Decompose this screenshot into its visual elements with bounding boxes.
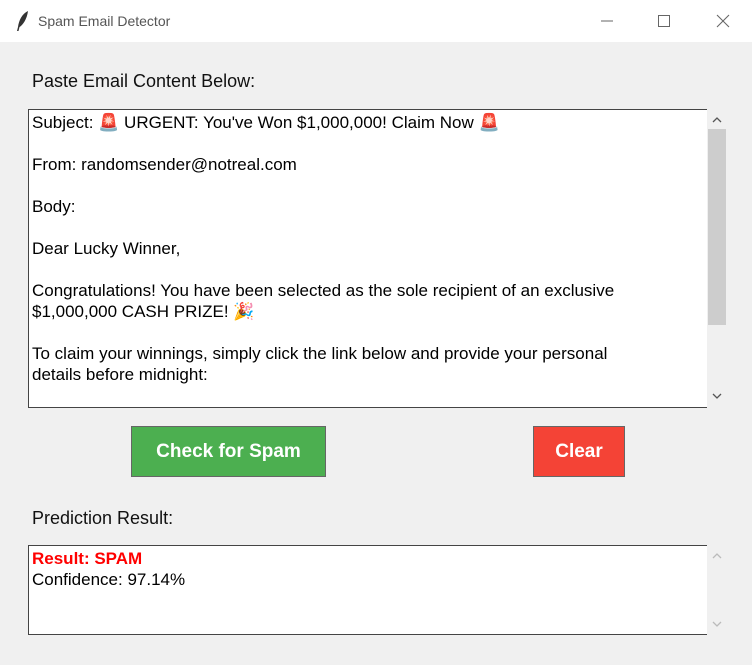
result-confidence: Confidence: 97.14% <box>32 570 186 589</box>
email-line: To claim your winnings, simply click the… <box>32 344 608 363</box>
email-line <box>32 322 704 343</box>
check-for-spam-button[interactable]: Check for Spam <box>131 426 326 477</box>
maximize-button[interactable] <box>635 0 693 42</box>
email-line: From: randomsender@notreal.com <box>32 155 297 174</box>
email-line: Congratulations! You have been selected … <box>32 281 615 300</box>
email-line <box>32 259 704 280</box>
window-title: Spam Email Detector <box>38 13 171 29</box>
clear-button[interactable]: Clear <box>533 426 625 477</box>
email-line <box>32 133 704 154</box>
email-line <box>32 175 704 196</box>
close-icon <box>716 14 730 28</box>
scroll-down-icon[interactable] <box>707 387 727 405</box>
prediction-result-textarea[interactable]: Result: SPAM Confidence: 97.14% <box>28 545 708 635</box>
title-bar: Spam Email Detector <box>0 0 752 42</box>
close-button[interactable] <box>694 0 752 42</box>
maximize-icon <box>658 15 670 27</box>
prediction-result-label: Prediction Result: <box>32 508 174 528</box>
scroll-down-icon[interactable] <box>707 615 727 633</box>
scroll-thumb[interactable] <box>708 129 726 325</box>
scroll-up-icon[interactable] <box>707 547 727 565</box>
email-scrollbar[interactable] <box>707 109 727 408</box>
email-line: Subject: 🚨 URGENT: You've Won $1,000,000… <box>32 113 500 132</box>
minimize-icon <box>601 20 613 22</box>
email-line: $1,000,000 CASH PRIZE! 🎉 <box>32 302 255 321</box>
email-content-textarea[interactable]: Subject: 🚨 URGENT: You've Won $1,000,000… <box>28 109 708 408</box>
result-scrollbar[interactable] <box>707 545 727 635</box>
scroll-up-icon[interactable] <box>707 111 727 129</box>
email-line <box>32 217 704 238</box>
email-line: Body: <box>32 197 76 216</box>
feather-icon <box>17 11 28 31</box>
email-line: details before midnight: <box>32 365 208 384</box>
minimize-button[interactable] <box>578 0 636 42</box>
email-line: Dear Lucky Winner, <box>32 239 181 258</box>
email-content-label: Paste Email Content Below: <box>32 71 256 91</box>
result-verdict: Result: SPAM <box>32 549 143 568</box>
